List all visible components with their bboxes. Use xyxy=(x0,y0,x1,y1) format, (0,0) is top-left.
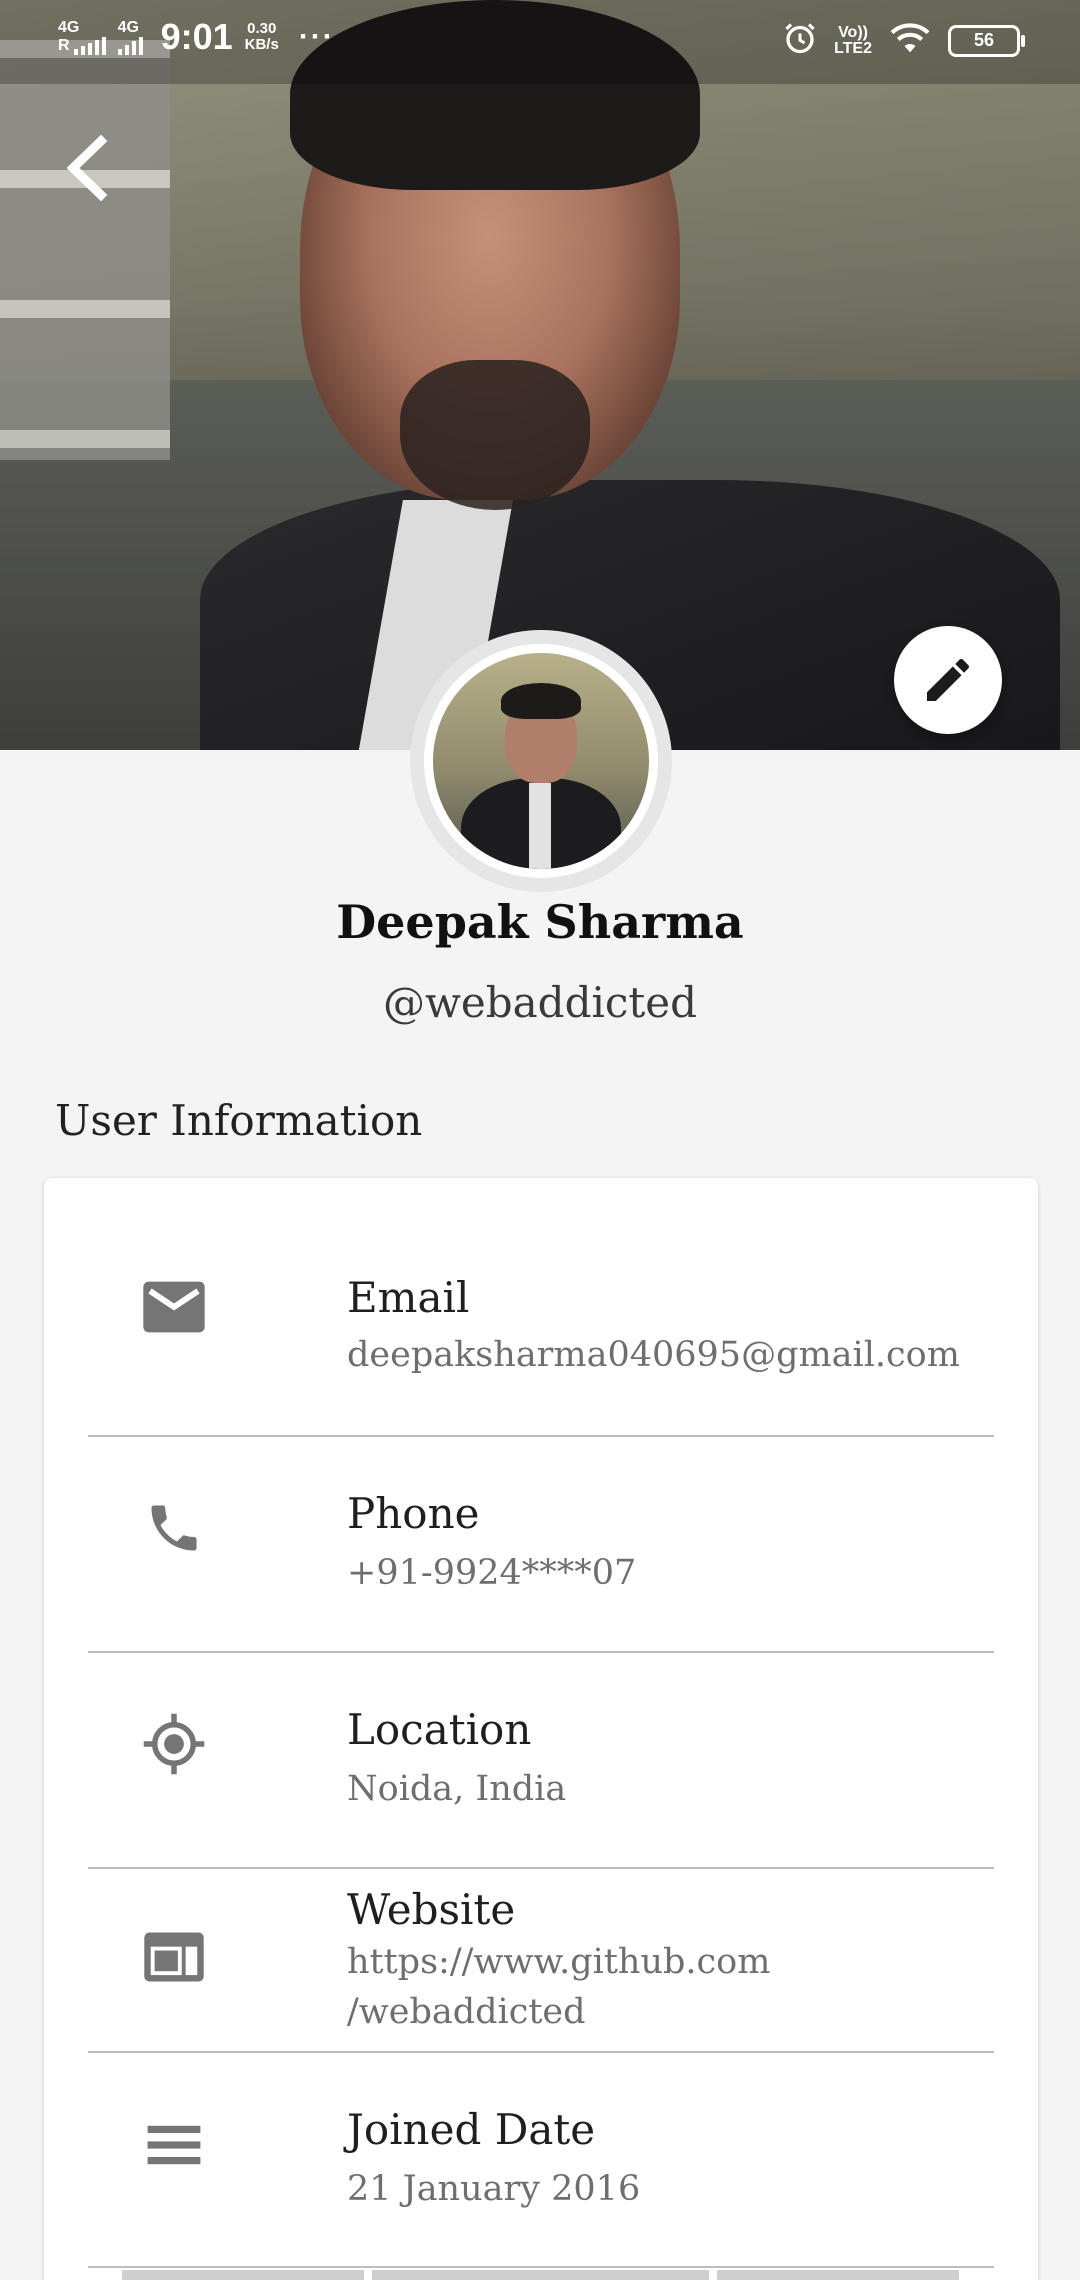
info-label: Email xyxy=(347,1273,470,1322)
avatar-person-shirt xyxy=(529,783,551,869)
chevron-left-icon xyxy=(66,135,108,201)
tab-indicator xyxy=(122,2270,364,2280)
info-value-line: https://www.github.com xyxy=(347,1942,771,1982)
lte-label: LTE2 xyxy=(834,39,872,57)
pencil-icon xyxy=(927,658,970,701)
info-row-website[interactable]: Website https://www.github.com /webaddic… xyxy=(88,1869,994,2053)
info-value: 21 January 2016 xyxy=(347,2169,641,2209)
info-label: Location xyxy=(347,1705,532,1754)
location-icon xyxy=(140,1710,208,1778)
info-label: Joined Date xyxy=(347,2105,596,2154)
network-type-label: 4G xyxy=(117,19,139,36)
edit-profile-button[interactable] xyxy=(894,626,1002,734)
battery-level: 56 xyxy=(973,30,995,50)
section-title: User Information xyxy=(55,1096,423,1145)
user-info-card: Email deepaksharma040695@gmail.com Phone… xyxy=(44,1178,1038,2280)
tab-indicator xyxy=(717,2270,959,2280)
info-value-line: /webaddicted xyxy=(347,1992,586,2032)
wifi-icon xyxy=(888,20,932,61)
phone-icon xyxy=(140,1494,208,1562)
info-label: Website xyxy=(347,1885,516,1934)
volte-indicator: Vo)) LTE2 xyxy=(834,23,872,57)
status-bar: 4G R 4G 9:01 0.30 KB/s ··· Vo)) LTE2 56 xyxy=(0,0,1080,84)
profile-screen: 4G R 4G 9:01 0.30 KB/s ··· Vo)) LTE2 56 … xyxy=(0,0,1080,2280)
info-row-email[interactable]: Email deepaksharma040695@gmail.com xyxy=(88,1178,994,1437)
avatar-frame xyxy=(410,630,672,892)
avatar[interactable] xyxy=(433,653,649,869)
profile-name: Deepak Sharma xyxy=(336,895,744,949)
mail-icon xyxy=(140,1273,208,1341)
signal-sim2: 4G xyxy=(117,19,143,55)
info-row-phone[interactable]: Phone +91-9924****07 xyxy=(88,1437,994,1653)
alarm-icon xyxy=(782,20,818,61)
cover-background-pillar xyxy=(0,40,170,460)
info-label: Phone xyxy=(347,1489,480,1538)
roaming-label: R xyxy=(58,37,70,54)
more-notifications-icon: ··· xyxy=(298,20,335,53)
signal-bars-icon xyxy=(73,37,106,55)
bottom-tab-indicators xyxy=(122,2270,959,2280)
network-speed-value: 0.30 xyxy=(247,20,277,37)
back-button[interactable] xyxy=(56,128,116,208)
network-speed: 0.30 KB/s xyxy=(245,21,279,53)
battery-icon: 56 xyxy=(948,24,1025,57)
list-icon xyxy=(140,2111,208,2179)
web-icon xyxy=(140,1923,208,1991)
info-value: https://www.github.com /webaddicted xyxy=(347,1937,987,2037)
profile-handle: @webaddicted xyxy=(382,978,698,1027)
clock: 9:01 xyxy=(160,16,233,57)
avatar-person-hair xyxy=(501,683,581,719)
volte-label: Vo)) xyxy=(838,23,868,41)
info-row-joined[interactable]: Joined Date 21 January 2016 xyxy=(88,2053,994,2268)
info-value: +91-9924****07 xyxy=(347,1553,637,1593)
network-type-label: 4G xyxy=(58,19,80,36)
info-value: deepaksharma040695@gmail.com xyxy=(347,1335,960,1375)
network-speed-unit: KB/s xyxy=(244,36,279,53)
signal-sim1: 4G R xyxy=(58,19,106,55)
info-row-location[interactable]: Location Noida, India xyxy=(88,1653,994,1869)
info-value: Noida, India xyxy=(347,1769,567,1809)
signal-bars-icon xyxy=(117,37,143,55)
tab-indicator xyxy=(372,2270,709,2280)
cover-person-beard xyxy=(400,360,590,510)
